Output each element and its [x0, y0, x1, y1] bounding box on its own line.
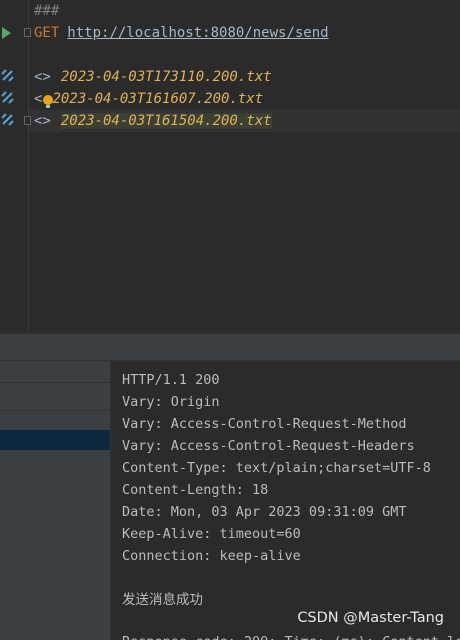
response-file-link[interactable]: 2023-04-03T173110.200.txt — [61, 69, 272, 85]
compare-icon[interactable] — [1, 113, 14, 126]
response-arrows: < — [34, 91, 43, 107]
request-separator-comment: ### — [34, 3, 60, 19]
tree-row[interactable] — [0, 389, 110, 411]
status-line: HTTP/1.1 200 — [122, 372, 220, 388]
response-arrows: <> — [34, 69, 51, 85]
http-method: GET — [34, 25, 60, 41]
fold-icon[interactable] — [24, 116, 31, 125]
response-body: 发送消息成功 — [122, 592, 203, 608]
services-tree[interactable] — [0, 361, 110, 640]
editor-gutter — [0, 0, 28, 333]
response-summary-line: Response code: 200; Time: (ms); Content … — [122, 631, 460, 640]
response-file-row[interactable]: <2023-04-03T161607.200.txt — [34, 88, 263, 110]
header-line: Content-Length: 18 — [122, 482, 269, 498]
response-file-row[interactable]: <> 2023-04-03T173110.200.txt — [34, 66, 272, 88]
response-file-row[interactable]: <> 2023-04-03T161504.200.txt — [34, 110, 272, 132]
header-line: Keep-Alive: timeout=60 — [122, 526, 301, 542]
http-client-editor[interactable]: ### GET http://localhost:8080/news/send <… — [0, 0, 460, 333]
run-request-icon[interactable] — [2, 27, 11, 39]
tree-row[interactable] — [0, 361, 110, 383]
header-line: Vary: Access-Control-Request-Headers — [122, 438, 415, 454]
services-tool-window-header[interactable] — [0, 333, 460, 361]
request-url[interactable]: http://localhost:8080/news/send — [67, 25, 328, 41]
response-arrows: <> — [34, 113, 51, 129]
header-line: Vary: Access-Control-Request-Method — [122, 416, 407, 432]
header-line: Connection: keep-alive — [122, 548, 301, 564]
response-output-console[interactable]: HTTP/1.1 200 Vary: Origin Vary: Access-C… — [111, 361, 460, 640]
compare-icon[interactable] — [1, 91, 14, 104]
gutter-divider — [28, 0, 29, 333]
header-line: Vary: Origin — [122, 394, 220, 410]
request-line[interactable]: GET http://localhost:8080/news/send — [34, 22, 329, 44]
fold-icon[interactable] — [24, 28, 31, 37]
tree-row-selected[interactable] — [0, 430, 110, 450]
csdn-watermark: CSDN @Master-Tang — [297, 610, 444, 626]
header-line: Date: Mon, 03 Apr 2023 09:31:09 GMT — [122, 504, 407, 520]
compare-icon[interactable] — [1, 69, 14, 82]
response-file-link[interactable]: 2023-04-03T161607.200.txt — [52, 91, 263, 107]
header-line: Content-Type: text/plain;charset=UTF-8 — [122, 460, 431, 476]
response-file-link[interactable]: 2023-04-03T161504.200.txt — [60, 113, 272, 129]
